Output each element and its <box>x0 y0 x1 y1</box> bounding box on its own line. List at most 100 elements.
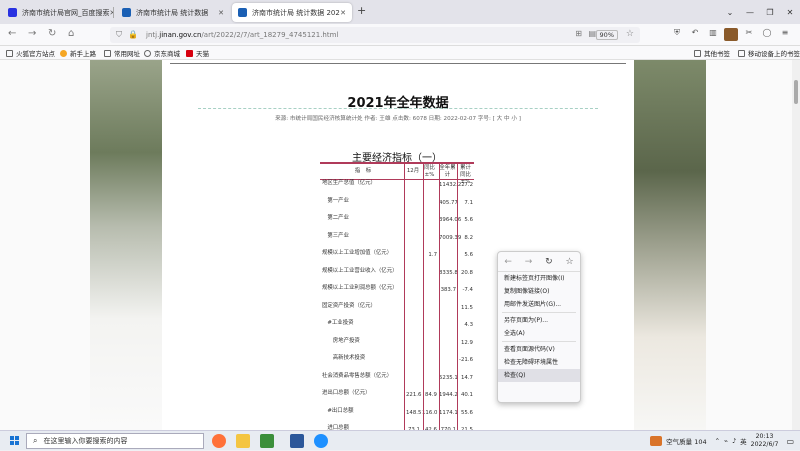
bookmark-item[interactable]: 火狐官方站点 <box>6 48 55 58</box>
table-cell: 148.5 <box>406 409 422 416</box>
table-cell: 7009.39 <box>439 234 462 241</box>
lock-icon[interactable]: 🔒 <box>128 30 138 39</box>
reader-view-icon[interactable]: ▤ <box>588 29 596 38</box>
table-cell: 地区生产总值（亿元） <box>322 180 376 186</box>
table-row: 规模以上工业营业收入（亿元） 8335.8 20.8 <box>320 268 474 286</box>
screenshot-icon[interactable]: ✂ <box>742 28 756 41</box>
bookmark-star-icon[interactable]: ☆ <box>565 257 573 267</box>
table-cell: 383.7 <box>440 287 456 293</box>
windows-start-icon[interactable] <box>10 436 20 446</box>
taskbar-search-box[interactable]: ⌕ 在这里输入你要搜索的内容 <box>26 433 204 449</box>
table-cell: 116.0 <box>422 409 438 416</box>
table-cell: 12.9 <box>460 339 473 346</box>
page-margin-left <box>0 60 90 430</box>
tab-2021-data[interactable]: 济南市统计局 统计数据 2021年全年... ✕ <box>232 3 352 22</box>
bookmark-item[interactable]: 天猫 <box>186 48 209 58</box>
air-quality[interactable]: 空气质量 104 <box>666 436 706 446</box>
table-cell: 11.5 <box>460 304 473 311</box>
window-controls: ⌄ — ❐ ✕ <box>720 0 800 24</box>
clock[interactable]: 20:13 2022/6/7 <box>751 433 779 449</box>
app-icon[interactable] <box>260 434 274 448</box>
reload-icon[interactable]: ↻ <box>545 257 553 267</box>
toolbar-right: ⛨ ↶ ▥ ✂ ◯ ≡ <box>670 28 792 41</box>
header-cell: 全年累计 <box>439 165 456 178</box>
menu-separator <box>502 341 576 342</box>
bookmark-item[interactable]: 其他书签 <box>694 48 730 58</box>
network-icon[interactable]: ⌁ <box>724 437 728 445</box>
home-icon[interactable]: ⌂ <box>68 28 74 39</box>
menu-item-copy-image-link[interactable]: 复制图像链接(O) <box>498 285 580 298</box>
table-cell: 5.6 <box>464 217 473 223</box>
header-cell: 指 标 <box>354 168 372 174</box>
scrollbar[interactable] <box>792 60 800 430</box>
zoom-level[interactable]: 90% <box>595 30 618 40</box>
word-icon[interactable] <box>290 434 304 448</box>
web-content: 2021年全年数据 来源: 市统计局国民经济核算统计处 作者: 王雄 点击数: … <box>0 60 800 430</box>
navigation-toolbar: ← → ↻ ⌂ ⛉ 🔒 jntj.jinan.gov.cn/art/2022/2… <box>0 24 800 46</box>
ime-indicator[interactable]: 英 <box>740 436 747 446</box>
baidu-favicon-icon <box>8 8 17 17</box>
bookmark-item[interactable]: 常用网址 <box>104 48 140 58</box>
maximize-icon[interactable]: ❐ <box>760 8 780 17</box>
firefox-taskbar-icon[interactable] <box>212 434 226 448</box>
notification-icon[interactable]: ▭ <box>786 437 794 446</box>
table-cell: 8.2 <box>464 234 473 241</box>
pocket-icon[interactable]: ⛨ <box>670 28 684 41</box>
chevron-up-icon[interactable]: ⌃ <box>715 437 720 445</box>
menu-item-inspect-accessibility[interactable]: 检查无障碍环境属性 <box>498 356 580 369</box>
list-all-tabs-icon[interactable]: ⌄ <box>720 8 740 17</box>
scrollbar-thumb[interactable] <box>794 80 798 104</box>
table-cell: -7.4 <box>462 287 473 293</box>
new-tab-icon[interactable]: + <box>357 4 366 17</box>
table-cell: 第一产业 <box>322 197 349 204</box>
search-placeholder: 在这里输入你要搜索的内容 <box>43 437 128 445</box>
file-explorer-icon[interactable] <box>236 434 250 448</box>
menu-item-inspect[interactable]: 检查(Q) <box>498 369 580 382</box>
background-image-left <box>90 60 162 430</box>
bookmark-star-icon[interactable]: ☆ <box>626 29 634 39</box>
site-favicon-icon <box>238 8 247 17</box>
forward-icon[interactable]: → <box>525 257 533 267</box>
menu-item-select-all[interactable]: 全选(A) <box>498 327 580 340</box>
close-tab-icon[interactable]: ✕ <box>340 9 346 17</box>
table-cell: 第三产业 <box>322 232 349 239</box>
back-icon[interactable]: ← <box>504 257 512 267</box>
shield-icon[interactable]: ⛉ <box>116 30 122 40</box>
menu-item-save-page[interactable]: 另存页面为(P)... <box>498 314 580 327</box>
menu-item-view-source[interactable]: 查看页面源代码(V) <box>498 343 580 356</box>
page-actions-icon[interactable]: ⊞ <box>575 29 582 38</box>
tab-baidu-search[interactable]: 济南市统计局官网_百度搜索 ✕ <box>2 3 114 22</box>
table-row: 房地产投资 12.9 <box>320 338 474 356</box>
menu-separator <box>502 312 576 313</box>
close-tab-icon[interactable]: ✕ <box>218 9 224 17</box>
tmall-icon <box>186 49 193 57</box>
back-icon[interactable]: ← <box>8 28 16 39</box>
column-rule <box>423 162 424 430</box>
tab-label: 济南市统计局 统计数据 <box>136 8 209 17</box>
forward-icon[interactable]: → <box>28 28 36 39</box>
tab-stats-data[interactable]: 济南市统计局 统计数据 ✕ <box>116 3 230 22</box>
history-icon[interactable]: ↶ <box>688 28 702 41</box>
bookmark-item[interactable]: 新手上路 <box>60 48 96 58</box>
volume-icon[interactable]: ♪ <box>732 437 736 445</box>
reload-icon[interactable]: ↻ <box>48 28 56 39</box>
extension-icon[interactable] <box>724 28 738 41</box>
menu-icon[interactable]: ≡ <box>778 28 792 41</box>
close-window-icon[interactable]: ✕ <box>780 8 800 17</box>
menu-item-email-image[interactable]: 用邮件发送图片(G)... <box>498 298 580 311</box>
account-icon[interactable]: ◯ <box>760 28 774 41</box>
table-row: 第一产业 405.77 7.1 <box>320 198 474 216</box>
bookmark-item[interactable]: 京东商城 <box>144 48 180 58</box>
bookmark-item[interactable]: 移动设备上的书签 <box>738 48 800 58</box>
table-cell: 5.6 <box>464 252 473 258</box>
folder-icon <box>104 49 111 57</box>
divider <box>170 63 626 64</box>
tab-label: 济南市统计局官网_百度搜索 <box>22 8 110 17</box>
url-bar[interactable]: ⛉ 🔒 jntj.jinan.gov.cn/art/2022/2/7/art_1… <box>110 27 640 43</box>
table-row: 规模以上工业利润总额（亿元） 383.7 -7.4 <box>320 285 474 303</box>
minimize-icon[interactable]: — <box>740 8 760 17</box>
menu-item-open-image[interactable]: 新建标签页打开图像(I) <box>498 272 580 285</box>
library-icon[interactable]: ▥ <box>706 28 720 41</box>
table-cell: 405.77 <box>439 199 458 206</box>
edge-icon[interactable] <box>314 434 328 448</box>
